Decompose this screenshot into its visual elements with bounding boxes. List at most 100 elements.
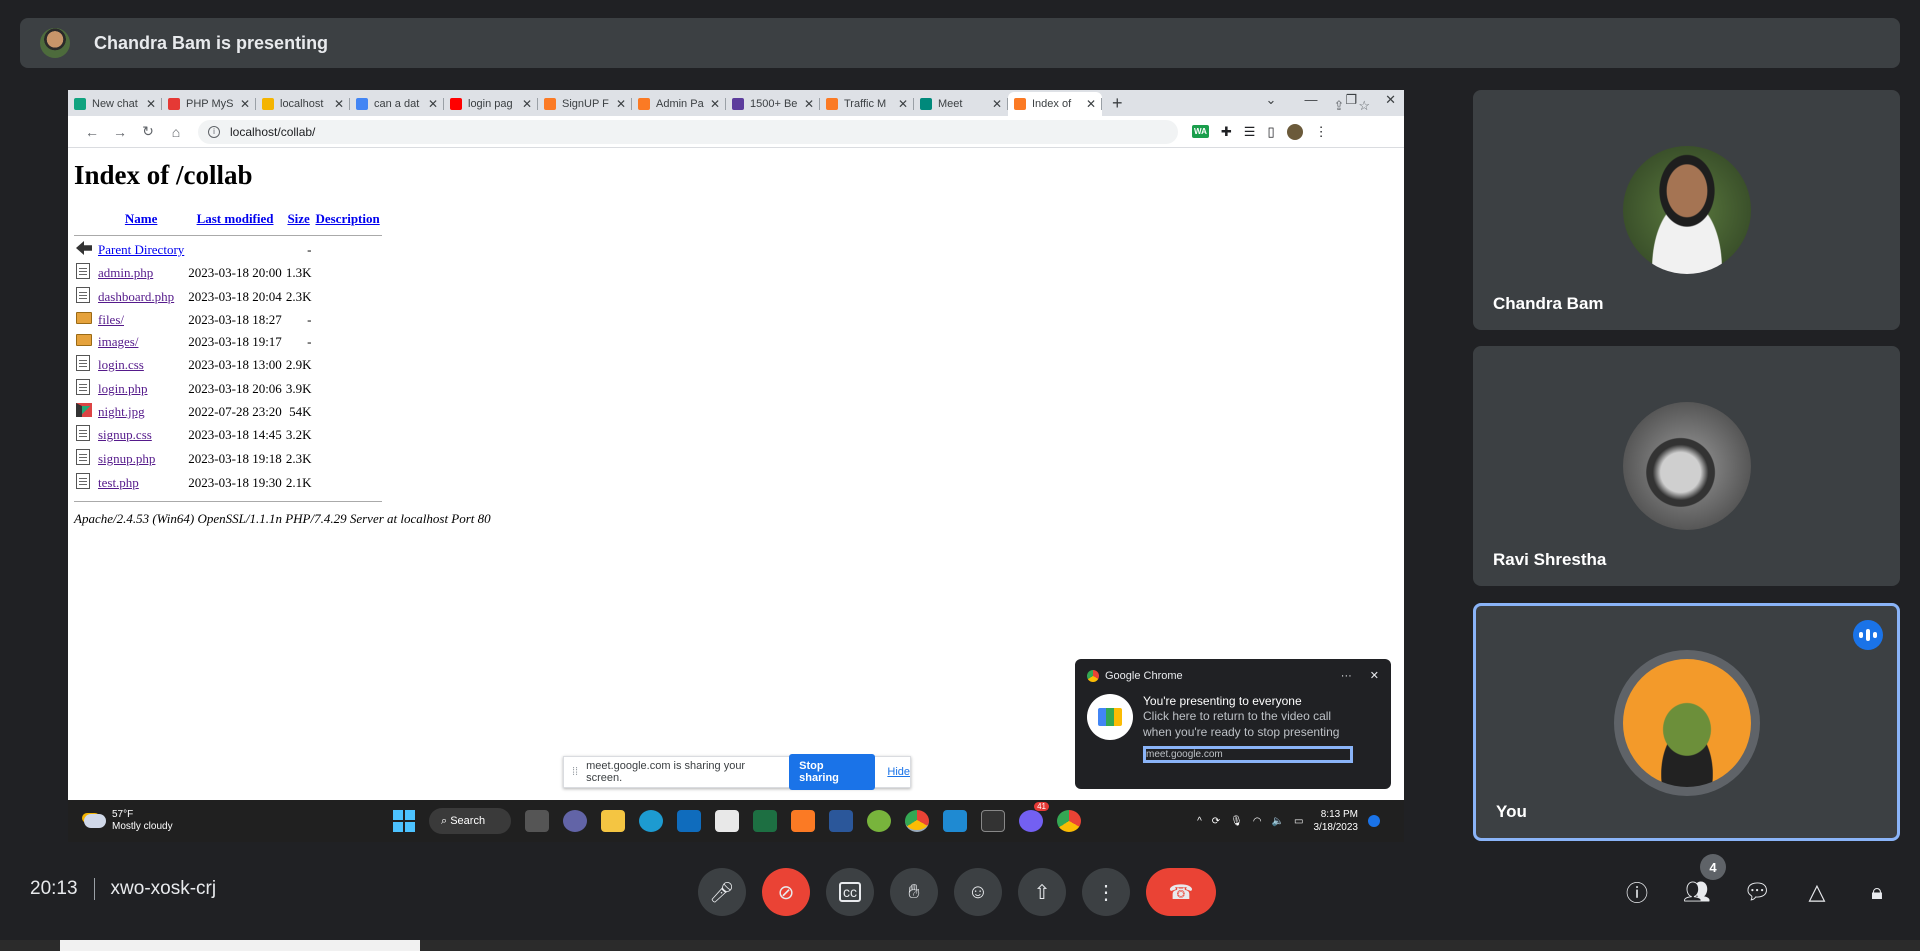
menu-kebab-icon[interactable]: ⋮ bbox=[1315, 124, 1328, 140]
participant-tile[interactable]: Chandra Bam bbox=[1473, 90, 1900, 330]
file-link[interactable]: night.jpg bbox=[98, 404, 145, 419]
taskbar-clock[interactable]: 8:13 PM 3/18/2023 bbox=[1314, 808, 1359, 834]
folder-link[interactable]: files/ bbox=[98, 312, 124, 327]
whatsapp-extension-icon[interactable]: WA bbox=[1192, 125, 1209, 138]
captions-button[interactable]: cc bbox=[826, 868, 874, 916]
new-tab-button[interactable]: + bbox=[1112, 93, 1123, 114]
browser-tab[interactable]: SignUP F ✕ bbox=[538, 92, 632, 116]
close-icon[interactable]: ✕ bbox=[146, 97, 156, 111]
parent-directory-link[interactable]: Parent Directory bbox=[98, 242, 184, 257]
side-panel-icon[interactable]: ▯ bbox=[1267, 124, 1274, 140]
microphone-button[interactable]: 🎤︎ bbox=[698, 868, 746, 916]
browser-tab[interactable]: New chat ✕ bbox=[68, 92, 162, 116]
browser-tab[interactable]: Traffic M ✕ bbox=[820, 92, 914, 116]
leave-call-button[interactable]: ☎︎ bbox=[1146, 868, 1216, 916]
viber-icon[interactable]: 41 bbox=[1019, 802, 1049, 832]
hide-link[interactable]: Hide bbox=[887, 766, 910, 778]
file-link[interactable]: dashboard.php bbox=[98, 289, 174, 304]
close-icon[interactable]: ✕ bbox=[616, 97, 626, 111]
file-link[interactable]: signup.php bbox=[98, 451, 155, 466]
vscode-icon[interactable] bbox=[943, 810, 967, 832]
reload-icon[interactable]: ↻ bbox=[134, 123, 162, 140]
more-options-button[interactable]: ⋮ bbox=[1082, 868, 1130, 916]
tab-search-icon[interactable]: ⌄ bbox=[1266, 92, 1277, 108]
xampp-icon[interactable] bbox=[791, 810, 815, 832]
browser-tab-active[interactable]: Index of ✕ bbox=[1008, 92, 1102, 116]
edge-icon[interactable] bbox=[639, 810, 663, 832]
file-link[interactable]: admin.php bbox=[98, 265, 153, 280]
sync-icon[interactable]: ⟳ bbox=[1212, 816, 1220, 827]
back-icon[interactable]: ← bbox=[78, 124, 106, 140]
close-icon[interactable]: ✕ bbox=[522, 97, 532, 111]
minimize-icon[interactable]: — bbox=[1304, 92, 1317, 108]
host-controls-button[interactable]: 🔒︎ bbox=[1858, 868, 1896, 916]
more-options-icon[interactable]: ··· bbox=[1341, 670, 1352, 682]
notification-icon[interactable] bbox=[1368, 815, 1380, 827]
browser-tab[interactable]: can a dat ✕ bbox=[350, 92, 444, 116]
close-icon[interactable]: ✕ bbox=[898, 97, 908, 111]
mail-icon[interactable] bbox=[677, 810, 701, 832]
forward-icon[interactable]: → bbox=[106, 124, 134, 140]
close-icon[interactable]: ✕ bbox=[804, 97, 814, 111]
browser-tab[interactable]: login pag ✕ bbox=[444, 92, 538, 116]
volume-icon[interactable]: 🔈 bbox=[1272, 816, 1284, 827]
close-icon[interactable]: ✕ bbox=[992, 97, 1002, 111]
sort-modified-link[interactable]: Last modified bbox=[186, 209, 284, 229]
chevron-up-icon[interactable]: ^ bbox=[1197, 816, 1202, 827]
participant-tile[interactable]: Ravi Shrestha bbox=[1473, 346, 1900, 586]
file-link[interactable]: test.php bbox=[98, 475, 139, 490]
word-icon[interactable] bbox=[829, 810, 853, 832]
wifi-icon[interactable]: ◠ bbox=[1253, 816, 1262, 827]
meeting-details-button[interactable]: ⓘ bbox=[1618, 868, 1656, 916]
close-icon[interactable]: ✕ bbox=[1086, 97, 1096, 111]
camera-off-button[interactable]: ⊘ bbox=[762, 868, 810, 916]
close-icon[interactable]: ✕ bbox=[428, 97, 438, 111]
browser-tab[interactable]: 1500+ Be ✕ bbox=[726, 92, 820, 116]
file-explorer-icon[interactable] bbox=[601, 810, 625, 832]
teams-chat-icon[interactable] bbox=[563, 810, 587, 832]
excel-icon[interactable] bbox=[753, 810, 777, 832]
chrome-notification[interactable]: Google Chrome ··· ✕ You're presenting to… bbox=[1075, 659, 1391, 789]
close-icon[interactable]: ✕ bbox=[710, 97, 720, 111]
microphone-icon[interactable]: 🎙 bbox=[1230, 816, 1243, 827]
activities-button[interactable]: △ bbox=[1798, 868, 1836, 916]
terminal-icon[interactable] bbox=[981, 810, 1005, 832]
close-icon[interactable]: ✕ bbox=[1370, 669, 1379, 682]
close-icon[interactable]: ✕ bbox=[240, 97, 250, 111]
chrome-taskbar-icon[interactable] bbox=[905, 810, 929, 832]
chrome-icon[interactable] bbox=[1057, 810, 1081, 832]
site-info-icon[interactable]: i bbox=[208, 125, 220, 138]
extensions-puzzle-icon[interactable]: ✚ bbox=[1221, 124, 1232, 140]
profile-avatar[interactable] bbox=[1286, 123, 1303, 140]
raise-hand-button[interactable]: ✋︎ bbox=[890, 868, 938, 916]
sort-name-link[interactable]: Name bbox=[96, 209, 186, 229]
chat-button[interactable]: 💬︎ bbox=[1738, 868, 1776, 916]
reading-list-icon[interactable]: ☰ bbox=[1244, 124, 1256, 140]
bookmark-star-icon[interactable]: ☆ bbox=[1358, 98, 1370, 114]
people-button[interactable]: 👥︎ 4 bbox=[1678, 854, 1726, 916]
drag-handle-icon[interactable]: ⁞⁞ bbox=[572, 766, 578, 778]
address-bar[interactable]: i localhost/collab/ ⇪ ☆ bbox=[198, 98, 1370, 144]
file-link[interactable]: login.css bbox=[98, 357, 144, 372]
taskbar-search[interactable]: ⌕ Search bbox=[429, 808, 511, 834]
browser-tab[interactable]: Meet ✕ bbox=[914, 92, 1008, 116]
present-button[interactable]: ⇧ bbox=[1018, 868, 1066, 916]
folder-link[interactable]: images/ bbox=[98, 334, 138, 349]
battery-icon[interactable]: ▭ bbox=[1294, 816, 1303, 827]
stop-sharing-button[interactable]: Stop sharing bbox=[789, 754, 876, 790]
participant-tile-self[interactable]: You bbox=[1473, 603, 1900, 841]
emoji-button[interactable]: ☺ bbox=[954, 868, 1002, 916]
browser-tab[interactable]: localhost ✕ bbox=[256, 92, 350, 116]
browser-tab[interactable]: Admin Pa ✕ bbox=[632, 92, 726, 116]
share-icon[interactable]: ⇪ bbox=[1333, 98, 1344, 114]
file-link[interactable]: signup.css bbox=[98, 427, 152, 442]
file-link[interactable]: login.php bbox=[98, 381, 147, 396]
home-icon[interactable]: ⌂ bbox=[162, 124, 190, 140]
utorrent-icon[interactable] bbox=[867, 810, 891, 832]
store-icon[interactable] bbox=[715, 810, 739, 832]
close-icon[interactable]: ✕ bbox=[334, 97, 344, 111]
weather-widget[interactable]: 57°F Mostly cloudy bbox=[84, 809, 173, 833]
task-view-icon[interactable] bbox=[525, 810, 549, 832]
sort-description-link[interactable]: Description bbox=[313, 209, 381, 229]
sort-size-link[interactable]: Size bbox=[284, 209, 314, 229]
